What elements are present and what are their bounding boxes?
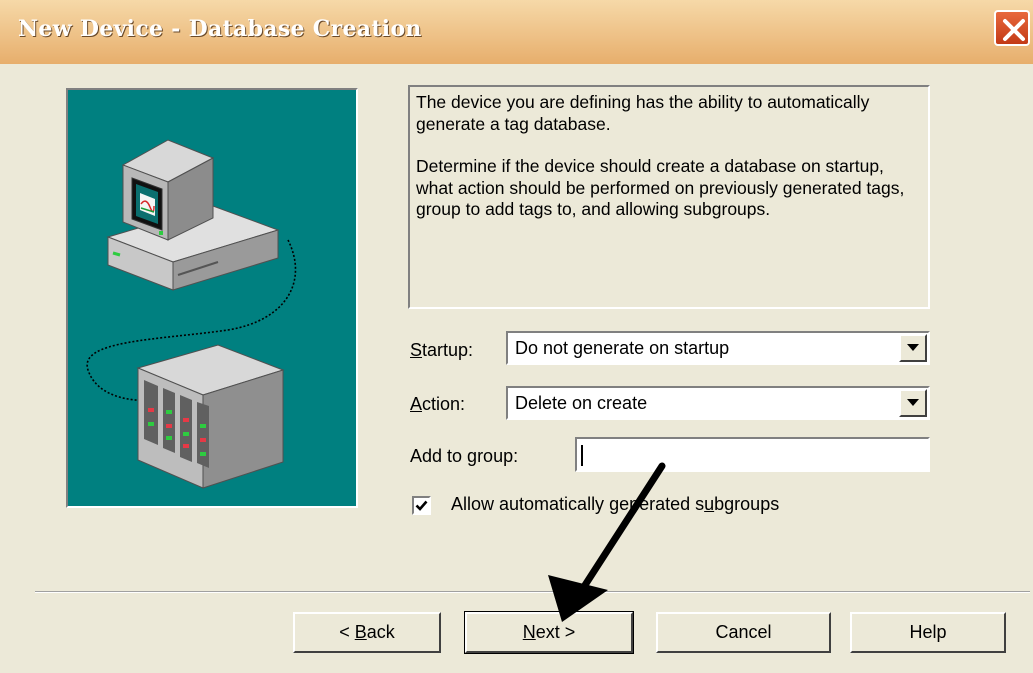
allow-subgroups-label-post: bgroups bbox=[714, 494, 780, 514]
dialog-body: The device you are defining has the abil… bbox=[0, 64, 1033, 673]
window-title: New Device - Database Creation bbox=[18, 16, 422, 42]
wizard-illustration bbox=[66, 88, 358, 508]
plc-device-icon bbox=[136, 344, 285, 489]
help-button[interactable]: Help bbox=[850, 612, 1006, 653]
back-button-accel: B bbox=[354, 622, 367, 642]
dropdown-arrow-icon bbox=[907, 399, 919, 406]
action-label: Action: bbox=[410, 394, 465, 415]
cancel-button[interactable]: Cancel bbox=[656, 612, 831, 653]
startup-dropdown-button[interactable] bbox=[899, 334, 927, 362]
startup-label-text: tartup: bbox=[422, 340, 474, 360]
add-to-group-label-pre: Add to bbox=[410, 446, 468, 466]
allow-subgroups-label-accel: u bbox=[704, 494, 715, 514]
allow-subgroups-checkbox[interactable] bbox=[412, 496, 431, 515]
close-button[interactable] bbox=[994, 10, 1030, 46]
add-to-group-label-post: roup: bbox=[477, 446, 519, 466]
back-button-text: ack bbox=[366, 622, 395, 642]
allow-subgroups-label[interactable]: Allow automatically generated subgroups bbox=[451, 494, 779, 515]
text-caret bbox=[581, 445, 583, 466]
description-paragraph-2: Determine if the device should create a … bbox=[416, 156, 905, 219]
startup-select[interactable]: Do not generate on startup bbox=[506, 331, 930, 365]
add-to-group-label: Add to group: bbox=[410, 446, 518, 467]
next-button[interactable]: Next > bbox=[464, 611, 634, 654]
checkmark-icon bbox=[415, 500, 428, 511]
add-to-group-input[interactable] bbox=[575, 437, 930, 472]
close-icon bbox=[1003, 19, 1025, 41]
startup-label: Startup: bbox=[410, 340, 473, 361]
next-button-accel: N bbox=[522, 622, 536, 642]
allow-subgroups-label-pre: Allow automatically generated s bbox=[451, 494, 705, 514]
next-button-text: ext > bbox=[535, 622, 576, 642]
action-select-value: Delete on create bbox=[515, 393, 648, 413]
startup-select-value: Do not generate on startup bbox=[515, 338, 730, 358]
action-select[interactable]: Delete on create bbox=[506, 386, 930, 420]
description-box: The device you are defining has the abil… bbox=[408, 85, 930, 309]
dropdown-arrow-icon bbox=[907, 344, 919, 351]
title-bar[interactable]: New Device - Database Creation bbox=[0, 0, 1033, 64]
startup-label-accel: S bbox=[410, 340, 423, 360]
back-button-pre: < bbox=[339, 622, 355, 642]
computer-monitor-icon bbox=[106, 139, 280, 291]
description-paragraph-1: The device you are defining has the abil… bbox=[416, 92, 870, 134]
action-label-accel: A bbox=[410, 394, 423, 414]
action-dropdown-button[interactable] bbox=[899, 389, 927, 417]
back-button[interactable]: < Back bbox=[293, 612, 441, 653]
add-to-group-label-accel: g bbox=[467, 446, 478, 466]
action-label-text: ction: bbox=[422, 394, 466, 414]
button-separator bbox=[35, 591, 1030, 593]
